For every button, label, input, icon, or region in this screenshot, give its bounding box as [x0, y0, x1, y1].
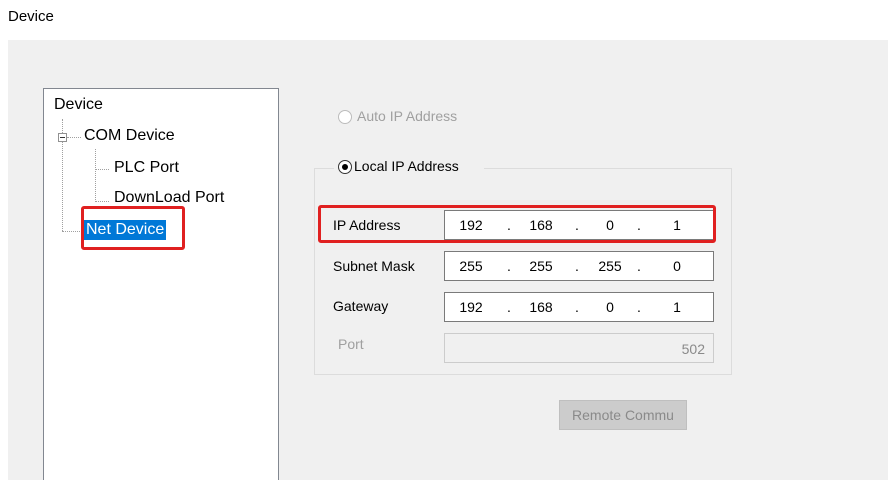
ip-octet[interactable]: 1 — [655, 299, 699, 315]
ip-octet[interactable]: 0 — [655, 258, 699, 274]
ip-separator: . — [575, 258, 579, 274]
tree-connector-line — [62, 231, 82, 232]
port-field[interactable]: 502 — [444, 333, 714, 363]
gateway-field[interactable]: 192 . 168 . 0 . 1 — [444, 292, 714, 322]
tree-item-plc-port[interactable]: PLC Port — [114, 159, 179, 177]
ip-octet[interactable]: 255 — [449, 258, 493, 274]
collapse-icon[interactable] — [58, 133, 67, 142]
device-tree[interactable]: Device COM Device PLC Port DownLoad Port… — [43, 88, 279, 480]
ip-separator: . — [507, 299, 511, 315]
ip-octet[interactable]: 192 — [449, 299, 493, 315]
local-ip-label: Local IP Address — [354, 158, 459, 174]
tree-connector-line — [95, 201, 109, 202]
highlight-box-net-device — [81, 206, 185, 250]
local-ip-radio[interactable] — [338, 160, 352, 174]
ip-octet[interactable]: 168 — [519, 299, 563, 315]
port-value: 502 — [681, 341, 705, 357]
ip-octet[interactable]: 255 — [588, 258, 632, 274]
ip-octet[interactable]: 255 — [519, 258, 563, 274]
remote-commu-button[interactable]: Remote Commu — [559, 400, 687, 430]
ip-separator: . — [637, 258, 641, 274]
subnet-mask-label: Subnet Mask — [333, 258, 415, 274]
ip-separator: . — [575, 299, 579, 315]
auto-ip-radio[interactable] — [338, 110, 352, 124]
ip-separator: . — [507, 258, 511, 274]
ip-octet[interactable]: 0 — [588, 299, 632, 315]
tree-connector-line — [67, 137, 81, 138]
page-title: Device — [8, 8, 54, 25]
tree-connector-line — [95, 169, 109, 170]
tree-item-download-port[interactable]: DownLoad Port — [114, 189, 224, 207]
auto-ip-label: Auto IP Address — [357, 108, 458, 124]
tree-item-device[interactable]: Device — [54, 96, 103, 114]
highlight-box-ip-address — [318, 205, 716, 243]
gateway-label: Gateway — [333, 298, 389, 314]
tree-connector-line — [95, 149, 96, 202]
subnet-mask-field[interactable]: 255 . 255 . 255 . 0 — [444, 251, 714, 281]
tree-item-com-device[interactable]: COM Device — [84, 127, 175, 145]
ip-separator: . — [637, 299, 641, 315]
port-label: Port — [338, 336, 364, 352]
